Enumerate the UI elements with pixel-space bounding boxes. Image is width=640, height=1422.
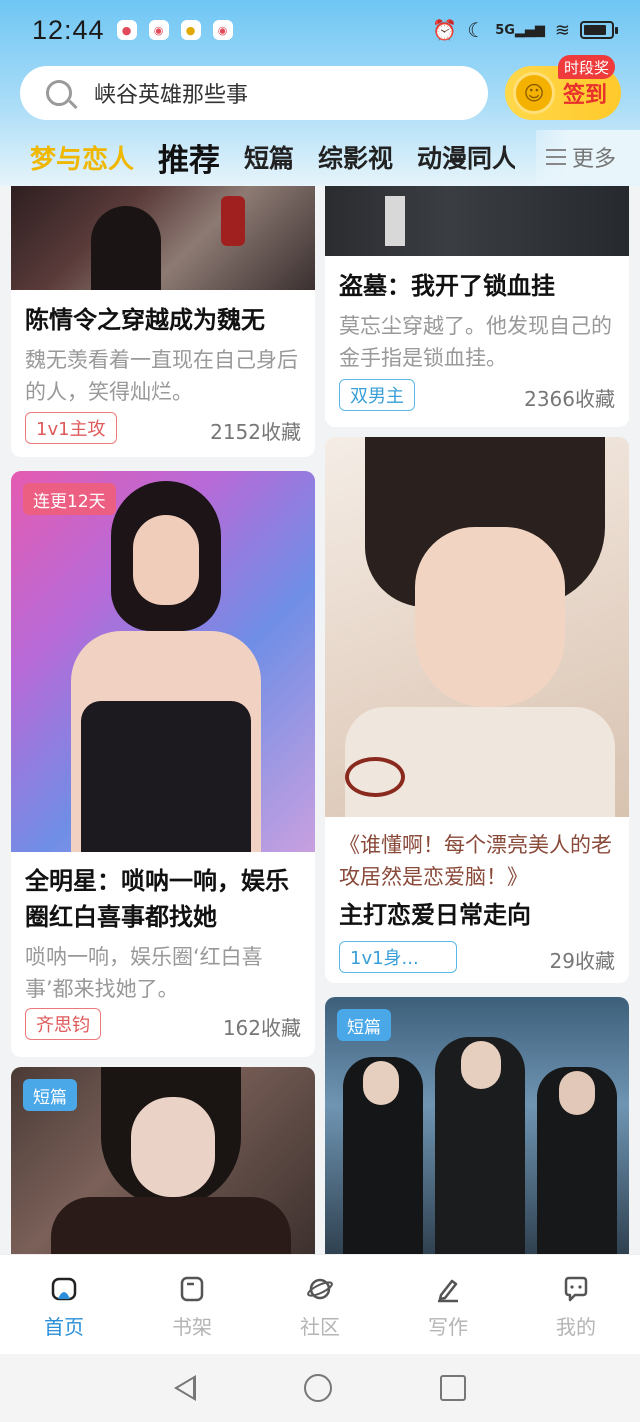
reward-badge: 时段奖 [558, 55, 616, 79]
book-desc: 唢呐一响，娱乐圈‘红白喜事’都来找她了。 [25, 945, 263, 1001]
short-story-badge: 短篇 [337, 1009, 391, 1041]
nav-write[interactable]: 写作 [384, 1255, 512, 1354]
book-quote: 《谁懂啊！每个漂亮美人的老攻居然是恋爱脑！》 [339, 833, 612, 889]
book-tag[interactable]: 双男主 [339, 379, 415, 411]
status-bar: 12:44 ● ◉ ● ◉ ⏰ ☾ 5G▂▄▆ ≋ [0, 0, 640, 60]
cover-object [385, 196, 405, 246]
weibo-icon: ◉ [212, 20, 233, 40]
nav-home[interactable]: 首页 [0, 1255, 128, 1354]
cover-image [325, 437, 629, 817]
tab-short[interactable]: 短篇 [244, 139, 294, 175]
nav-label: 书架 [172, 1315, 212, 1339]
nav-label: 社区 [300, 1315, 340, 1339]
moon-icon: ☾ [467, 18, 486, 42]
5g-signal-icon: 5G▂▄▆ [495, 22, 545, 38]
book-title: 盗墓：我开了锁血挂 [339, 272, 555, 300]
cover-figure [91, 206, 161, 290]
cover-person [133, 515, 199, 605]
cover-image [325, 186, 629, 256]
book-title: 陈情令之穿越成为魏无 [25, 306, 265, 334]
nav-label: 首页 [44, 1315, 84, 1339]
book-card[interactable]: 《谁懂啊！每个漂亮美人的老攻居然是恋爱脑！》 主打恋爱日常走向 1v1身... … [325, 437, 629, 983]
wifi-icon: ≋ [554, 19, 570, 41]
book-card[interactable]: 短篇 [11, 1067, 315, 1254]
search-bar[interactable]: 峡谷英雄那些事 [20, 66, 488, 120]
book-tag[interactable]: 1v1身... [339, 941, 457, 973]
battery-icon [580, 21, 618, 39]
back-icon[interactable] [174, 1375, 196, 1401]
app-icon: ● [180, 20, 201, 40]
pen-icon [438, 1279, 458, 1303]
search-icon [46, 80, 72, 106]
menu-icon [546, 149, 566, 165]
home-button-icon[interactable] [304, 1374, 332, 1402]
signin-label: 签到 [563, 83, 608, 108]
more-button[interactable]: 更多 [536, 130, 640, 184]
cover-image [11, 471, 315, 852]
cover-face [363, 1061, 399, 1105]
more-label: 更多 [572, 147, 617, 172]
nav-label: 我的 [556, 1315, 596, 1339]
cover-person [51, 1197, 291, 1254]
qq-icon: ● [116, 20, 137, 40]
cover-person [131, 1097, 215, 1197]
cover-person [81, 701, 251, 852]
alarm-icon: ⏰ [432, 18, 458, 42]
nav-profile[interactable]: 我的 [512, 1255, 640, 1354]
book-card[interactable]: 连更12天 全明星：唢呐一响，娱乐圈红白喜事都找她 唢呐一响，娱乐圈‘红白喜事’… [11, 471, 315, 1057]
search-input[interactable]: 峡谷英雄那些事 [94, 77, 248, 109]
clock: 12:44 [32, 14, 105, 45]
cover-face [461, 1041, 501, 1089]
cover-character [415, 527, 565, 707]
home-icon [51, 1277, 77, 1301]
favorite-count: 29收藏 [549, 949, 615, 973]
cover-figure [221, 196, 245, 246]
book-desc: 魏无羡看着一直现在自己身后的人，笑得灿烂。 [25, 348, 298, 404]
system-nav-bar [0, 1354, 640, 1422]
book-title: 全明星：唢呐一响，娱乐圈红白喜事都找她 [25, 867, 289, 931]
book-card[interactable]: 盗墓：我开了锁血挂 莫忘尘穿越了。他发现自己的金手指是锁血挂。 双男主 2366… [325, 186, 629, 427]
recents-icon[interactable] [440, 1375, 466, 1401]
tab-film-tv[interactable]: 综影视 [318, 139, 393, 175]
cover-face [559, 1071, 595, 1115]
short-story-badge: 短篇 [23, 1079, 77, 1111]
nav-bookshelf[interactable]: 书架 [128, 1255, 256, 1354]
book-title: 主打恋爱日常走向 [339, 901, 531, 929]
book-tag[interactable]: 1v1主攻 [25, 412, 117, 444]
tab-dream-lover[interactable]: 梦与恋人 [30, 139, 134, 176]
coin-smile-icon: ☺ [513, 72, 555, 114]
nav-label: 写作 [428, 1315, 468, 1339]
favorite-count: 162收藏 [222, 1016, 301, 1040]
header: 12:44 ● ◉ ● ◉ ⏰ ☾ 5G▂▄▆ ≋ 峡谷英雄那些事 ☺ 签到 时… [0, 0, 640, 186]
recommend-feed[interactable]: 陈情令之穿越成为魏无 魏无羡看着一直现在自己身后的人，笑得灿烂。 1v1主攻 2… [0, 186, 640, 1254]
tab-recommend[interactable]: 推荐 [158, 135, 220, 180]
favorite-count: 2366收藏 [524, 387, 615, 411]
book-card[interactable]: 陈情令之穿越成为魏无 魏无羡看着一直现在自己身后的人，笑得灿烂。 1v1主攻 2… [11, 186, 315, 457]
book-card[interactable]: 短篇 [325, 997, 629, 1254]
planet-icon [307, 1278, 333, 1300]
favorite-count: 2152收藏 [210, 420, 301, 444]
tab-anime-fanfic[interactable]: 动漫同人 [417, 139, 515, 175]
nav-community[interactable]: 社区 [256, 1255, 384, 1354]
notification-icons: ● ◉ ● ◉ [116, 20, 233, 40]
cover-character [345, 757, 405, 797]
weibo-icon: ◉ [148, 20, 169, 40]
update-streak-badge: 连更12天 [23, 483, 116, 515]
category-tabs: 梦与恋人 推荐 短篇 综影视 动漫同人 更多 [0, 130, 640, 184]
system-icons: ⏰ ☾ 5G▂▄▆ ≋ [432, 18, 618, 42]
bookshelf-icon [180, 1276, 204, 1302]
book-tag[interactable]: 齐思钧 [25, 1008, 101, 1040]
bottom-nav: 首页 书架 社区 写作 我的 [0, 1254, 640, 1354]
cover-image [11, 186, 315, 290]
chat-bubble-icon [564, 1276, 588, 1302]
book-desc: 莫忘尘穿越了。他发现自己的金手指是锁血挂。 [339, 314, 612, 370]
